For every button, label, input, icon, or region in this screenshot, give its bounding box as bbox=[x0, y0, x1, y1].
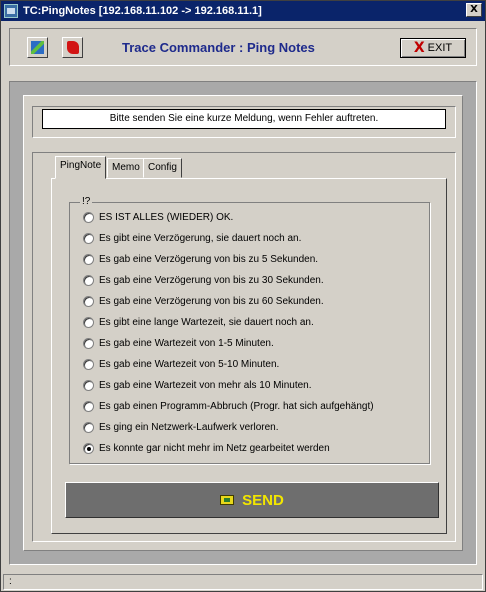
radio-option[interactable]: Es gab eine Verzögerung von bis zu 30 Se… bbox=[83, 273, 324, 288]
radio-button[interactable] bbox=[83, 275, 94, 286]
radio-option[interactable]: Es gibt eine lange Wartezeit, sie dauert… bbox=[83, 315, 314, 330]
radio-option[interactable]: Es gab eine Verzögerung von bis zu 5 Sek… bbox=[83, 252, 318, 267]
radio-label: Es ging ein Netzwerk-Laufwerk verloren. bbox=[99, 422, 279, 433]
close-button[interactable]: X bbox=[466, 3, 482, 17]
app-window: TC:PingNotes [192.168.11.102 -> 192.168.… bbox=[0, 0, 486, 592]
radio-button[interactable] bbox=[83, 380, 94, 391]
radio-button[interactable] bbox=[83, 359, 94, 370]
radio-button[interactable] bbox=[83, 317, 94, 328]
radio-label: Es gab eine Verzögerung von bis zu 60 Se… bbox=[99, 296, 324, 307]
radio-option[interactable]: Es ging ein Netzwerk-Laufwerk verloren. bbox=[83, 420, 279, 435]
pen-icon[interactable] bbox=[27, 37, 48, 58]
radio-button[interactable] bbox=[83, 401, 94, 412]
send-button-label: SEND bbox=[242, 491, 284, 509]
status-bar: : bbox=[3, 574, 483, 590]
radio-button[interactable] bbox=[83, 338, 94, 349]
radio-button-checked[interactable] bbox=[83, 443, 94, 454]
radio-label: Es gibt eine lange Wartezeit, sie dauert… bbox=[99, 317, 314, 328]
close-icon: X bbox=[413, 40, 425, 56]
radio-label: Es gab eine Wartezeit von 1-5 Minuten. bbox=[99, 338, 274, 349]
radio-label: Es gab eine Wartezeit von 5-10 Minuten. bbox=[99, 359, 280, 370]
radio-option-selected[interactable]: Es konnte gar nicht mehr im Netz gearbei… bbox=[83, 441, 330, 456]
radio-label: Es gab eine Wartezeit von mehr als 10 Mi… bbox=[99, 380, 312, 391]
radio-label: Es gab eine Verzögerung von bis zu 30 Se… bbox=[99, 275, 324, 286]
exit-button-label: EXIT bbox=[427, 42, 453, 54]
tab-memo[interactable]: Memo bbox=[107, 158, 145, 178]
radio-button[interactable] bbox=[83, 212, 94, 223]
radio-label: ES IST ALLES (WIEDER) OK. bbox=[99, 212, 234, 223]
tab-pingnote[interactable]: PingNote bbox=[55, 156, 107, 179]
tool-icon[interactable] bbox=[62, 37, 83, 58]
radio-label: Es gab einen Programm-Abbruch (Progr. ha… bbox=[99, 401, 374, 412]
radio-option[interactable]: Es gab eine Wartezeit von 1-5 Minuten. bbox=[83, 336, 274, 351]
send-icon bbox=[220, 495, 235, 505]
exit-button[interactable]: X EXIT bbox=[400, 38, 466, 58]
page-title: Trace Commander : Ping Notes bbox=[122, 40, 315, 55]
radio-option[interactable]: Es gab einen Programm-Abbruch (Progr. ha… bbox=[83, 399, 374, 414]
app-icon bbox=[4, 4, 18, 18]
header-bar: Trace Commander : Ping Notes X EXIT bbox=[9, 28, 477, 66]
title-bar[interactable]: TC:PingNotes [192.168.11.102 -> 192.168.… bbox=[1, 1, 485, 21]
radio-label: Es konnte gar nicht mehr im Netz gearbei… bbox=[99, 443, 330, 454]
radio-button[interactable] bbox=[83, 422, 94, 433]
tab-config[interactable]: Config bbox=[143, 158, 182, 178]
radio-option[interactable]: ES IST ALLES (WIEDER) OK. bbox=[83, 210, 233, 225]
radio-option[interactable]: Es gab eine Wartezeit von mehr als 10 Mi… bbox=[83, 378, 312, 393]
radio-button[interactable] bbox=[83, 233, 94, 244]
radio-button[interactable] bbox=[83, 254, 94, 265]
send-button[interactable]: SEND bbox=[65, 482, 439, 518]
radio-option[interactable]: Es gibt eine Verzögerung, sie dauert noc… bbox=[83, 231, 301, 246]
radio-button[interactable] bbox=[83, 296, 94, 307]
radio-option[interactable]: Es gab eine Verzögerung von bis zu 60 Se… bbox=[83, 294, 324, 309]
group-title: !? bbox=[80, 196, 93, 207]
message-field[interactable]: Bitte senden Sie eine kurze Meldung, wen… bbox=[42, 109, 446, 129]
radio-option[interactable]: Es gab eine Wartezeit von 5-10 Minuten. bbox=[83, 357, 279, 372]
radio-label: Es gab eine Verzögerung von bis zu 5 Sek… bbox=[99, 254, 319, 265]
window-title: TC:PingNotes [192.168.11.102 -> 192.168.… bbox=[23, 5, 262, 17]
radio-label: Es gibt eine Verzögerung, sie dauert noc… bbox=[99, 233, 302, 244]
